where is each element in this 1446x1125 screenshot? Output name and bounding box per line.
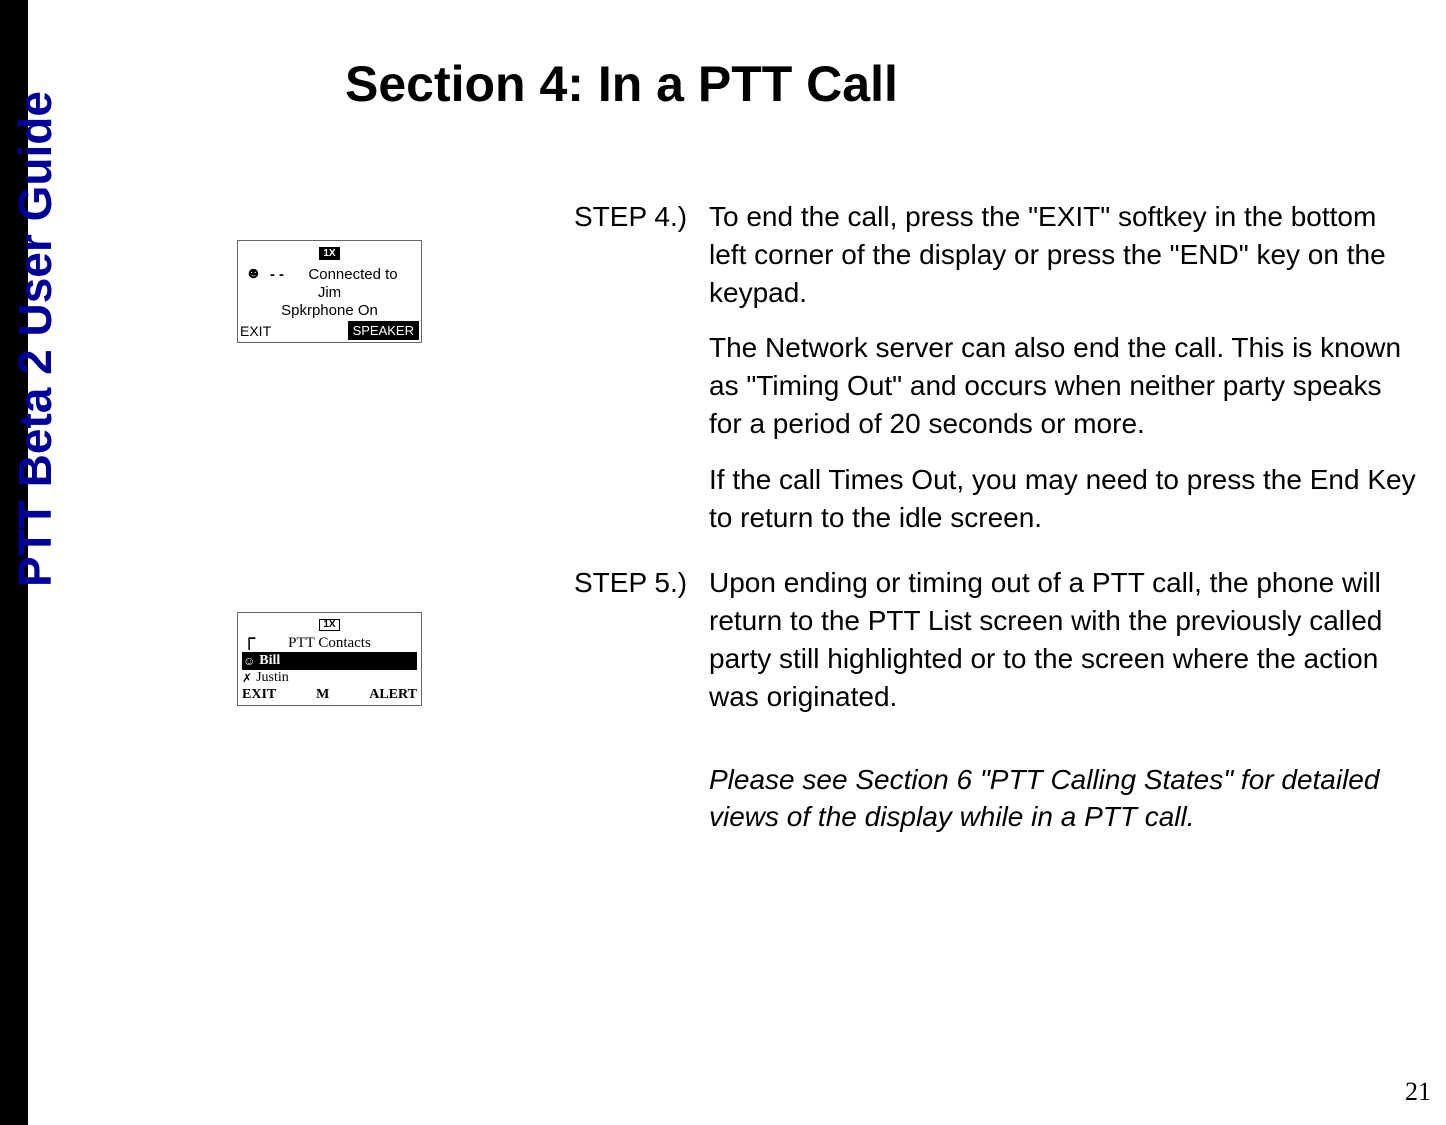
menu-softkey[interactable]: M [316,687,329,703]
caller-name: Jim [243,284,416,301]
step-4-sub2: If the call Times Out, you may need to p… [709,461,1419,537]
softkey-row: EXIT SPEAKER [238,321,421,342]
connected-row: ☻ - - Connected to [243,265,416,283]
speaker-softkey[interactable]: SPEAKER [348,321,419,340]
smiley-icon: ☻ [245,265,262,283]
step-5-label: STEP 5.) [574,564,709,715]
contact-row-selected[interactable]: ☺ Bill [242,652,417,670]
contact-name: Justin [256,670,289,686]
speaker-status: Spkrphone On [243,302,416,319]
step-4-sub1: The Network server can also end the call… [709,329,1419,442]
step-5-text: Upon ending or timing out of a PTT call,… [709,564,1419,715]
step-4-text: To end the call, press the "EXIT" softke… [709,198,1419,311]
alert-softkey[interactable]: ALERT [369,687,417,703]
contacts-header: PTT Contacts [238,633,421,652]
page-title: Section 4: In a PTT Call [345,55,898,113]
connected-text: Connected to [292,266,414,283]
softkey-row-2: EXIT M ALERT [238,686,421,705]
signal-1x-icon-2: 1X [319,619,339,631]
page-number: 21 [1405,1077,1431,1107]
step-4-label: STEP 4.) [574,198,709,311]
step-5-note: Please see Section 6 "PTT Calling States… [709,761,1419,837]
status-bar: 1X [238,241,421,263]
available-icon: ☺ [243,654,255,669]
contact-list: ☺ Bill ✗ Justin [238,652,421,686]
instruction-text-area: STEP 4.) To end the call, press the "EXI… [574,198,1419,864]
phone-screen-connected: 1X ☻ - - Connected to Jim Spkrphone On E… [237,240,422,343]
corner-bracket-icon: ┌ [243,633,255,643]
screen-body: ☻ - - Connected to Jim Spkrphone On [238,263,421,319]
sidebar-title: PTT Beta 2 User Guide [8,91,62,587]
step-5-block: STEP 5.) Upon ending or timing out of a … [574,564,1419,836]
dash-icon: - - [270,266,284,283]
contact-row[interactable]: ✗ Justin [242,670,417,686]
exit-softkey-2[interactable]: EXIT [242,687,276,703]
contact-name: Bill [259,653,280,669]
status-bar-2: 1X [238,613,421,633]
phone-screen-contacts: 1X ┌ PTT Contacts ☺ Bill ✗ Justin EXIT M… [237,612,422,706]
step-4-block: STEP 4.) To end the call, press the "EXI… [574,198,1419,536]
signal-1x-icon: 1X [319,247,339,260]
exit-softkey[interactable]: EXIT [240,323,271,339]
unavailable-icon: ✗ [242,671,252,686]
